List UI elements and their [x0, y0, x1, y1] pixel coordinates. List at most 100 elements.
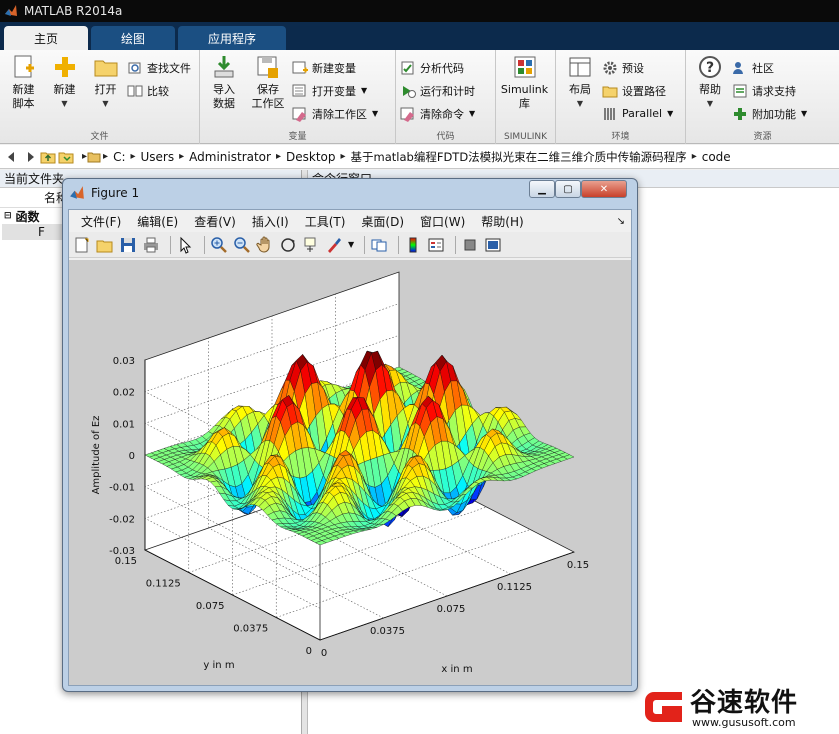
import-data-icon [214, 56, 234, 78]
figure-menubar: 文件(F) 编辑(E) 查看(V) 插入(I) 工具(T) 桌面(D) 窗口(W… [69, 210, 631, 232]
svg-text:?: ? [706, 60, 714, 76]
tab-plots[interactable]: 绘图 [91, 26, 176, 50]
minimize-icon: ▁ [538, 183, 546, 195]
menu-window[interactable]: 窗口(W) [420, 213, 465, 230]
tab-apps[interactable]: 应用程序 [178, 26, 287, 50]
menu-file[interactable]: 文件(F) [81, 213, 121, 230]
menu-view[interactable]: 查看(V) [194, 213, 236, 230]
open-variable-button[interactable]: 打开变量 ▼ [292, 79, 378, 102]
menu-edit[interactable]: 编辑(E) [137, 213, 178, 230]
new-figure-icon[interactable] [73, 236, 91, 254]
breadcrumb-c-drive[interactable]: C: [113, 150, 125, 164]
variable-group-label: 变量 [288, 132, 307, 142]
chevron-down-icon: ▼ [801, 109, 808, 118]
back-arrow-icon[interactable] [4, 149, 20, 165]
resources-group-label: 资源 [753, 132, 772, 142]
addons-button[interactable]: 附加功能 ▼ [732, 102, 807, 125]
legend-icon[interactable] [427, 236, 445, 254]
menu-insert[interactable]: 插入(I) [252, 213, 289, 230]
ribbon-toolstrip: 新建 脚本 新建 ▼ 打开 ▼ 查找文件 比较 文件 导入 数据 保存 工作区 … [0, 50, 839, 144]
simulink-library-button[interactable]: Simulink 库 [500, 54, 549, 144]
find-files-icon [128, 62, 141, 73]
figure-client-area: 文件(F) 编辑(E) 查看(V) 插入(I) 工具(T) 桌面(D) 窗口(W… [68, 209, 632, 686]
run-and-time-button[interactable]: 运行和计时 [400, 79, 475, 102]
dock-icon[interactable]: ↘ [617, 216, 625, 227]
new-variable-button[interactable]: 新建变量 [292, 56, 378, 79]
print-icon[interactable] [142, 236, 160, 254]
forward-arrow-icon[interactable] [22, 149, 38, 165]
set-path-button[interactable]: 设置路径 [602, 79, 673, 102]
y-tick-label: 0 [306, 646, 312, 657]
hide-plot-tools-icon[interactable] [461, 236, 479, 254]
matlab-logo-icon [5, 5, 17, 16]
pointer-icon[interactable] [176, 236, 194, 254]
z-tick-label: 0 [129, 451, 135, 462]
parallel-icon [604, 107, 615, 120]
toolbar-separator [398, 235, 400, 254]
z-tick-label: 0.03 [113, 356, 135, 367]
compare-button[interactable]: 比较 [127, 79, 191, 102]
zoom-out-icon[interactable] [233, 236, 251, 254]
surface-plot[interactable]: -0.03-0.02-0.0100.010.020.0300.03750.075… [69, 260, 631, 685]
parallel-button[interactable]: Parallel ▼ [602, 102, 673, 125]
gear-icon [603, 61, 617, 74]
chevron-down-icon: ▼ [667, 109, 674, 118]
request-support-button[interactable]: 请求支持 [732, 79, 807, 102]
clear-commands-button[interactable]: 清除命令 ▼ [400, 102, 475, 125]
z-tick-label: -0.02 [109, 514, 135, 525]
close-button[interactable]: ✕ [581, 180, 627, 198]
figure-canvas[interactable]: -0.03 -0.02 -0.01 0 0.01 0.02 0.03 0 0.0375 0.075… [69, 260, 631, 685]
watermark-url: www.gususoft.com [692, 716, 796, 729]
minimize-button[interactable]: ▁ [529, 180, 555, 198]
run-and-time-icon [403, 85, 416, 98]
menu-help[interactable]: 帮助(H) [481, 213, 523, 230]
link-plot-icon[interactable] [370, 236, 388, 254]
data-cursor-icon[interactable] [302, 236, 320, 254]
z-tick-label: 0.02 [113, 388, 135, 399]
y-tick-label: 0.0375 [233, 624, 268, 635]
ribbon-tabs: 主页 绘图 应用程序 [0, 22, 839, 50]
z-axis-label: Amplitude of Ez [91, 416, 102, 495]
pan-hand-icon[interactable] [256, 236, 274, 254]
preferences-button[interactable]: 预设 [602, 56, 673, 79]
breadcrumb-code[interactable]: code [702, 150, 731, 164]
toolbar-separator [364, 235, 366, 254]
zoom-in-icon[interactable] [210, 236, 228, 254]
environment-group-label: 环境 [611, 132, 630, 142]
find-files-button[interactable]: 查找文件 [127, 56, 191, 79]
new-variable-icon [292, 61, 308, 73]
brush-icon[interactable] [325, 236, 343, 254]
breadcrumb-desktop[interactable]: Desktop [286, 150, 336, 164]
colorbar-icon[interactable] [404, 236, 422, 254]
code-group: 分析代码 运行和计时 清除命令 ▼ 代码 [396, 50, 496, 144]
environment-group: 布局 ▼ 预设 设置路径 Parallel ▼ 环境 [556, 50, 686, 144]
collapse-icon[interactable]: ⊟ [4, 211, 12, 221]
maximize-button[interactable]: ▢ [555, 180, 581, 198]
clear-workspace-button[interactable]: 清除工作区 ▼ [292, 102, 378, 125]
open-file-icon[interactable] [96, 236, 114, 254]
browse-folder-icon[interactable] [58, 149, 74, 165]
save-icon[interactable] [119, 236, 137, 254]
analyze-code-button[interactable]: 分析代码 [400, 56, 475, 79]
chevron-down-icon[interactable]: ▼ [348, 240, 354, 249]
clear-workspace-icon [292, 107, 306, 122]
menu-desktop[interactable]: 桌面(D) [361, 213, 404, 230]
close-icon: ✕ [599, 183, 609, 195]
show-plot-tools-icon[interactable] [484, 236, 502, 254]
breadcrumb-administrator[interactable]: Administrator [189, 150, 271, 164]
request-support-icon [733, 84, 747, 97]
figure-toolbar: ▼ [69, 232, 631, 258]
community-button[interactable]: 社区 [732, 56, 807, 79]
y-tick-label: 0.075 [196, 601, 225, 612]
rotate-3d-icon[interactable] [279, 236, 297, 254]
up-folder-icon[interactable] [40, 149, 56, 165]
breadcrumb-users[interactable]: Users [141, 150, 175, 164]
toolbar-separator [170, 235, 171, 254]
z-tick-label: -0.01 [109, 483, 135, 494]
app-title: MATLAB R2014a [24, 4, 123, 18]
chevron-down-icon: ▼ [102, 99, 109, 108]
menu-tools[interactable]: 工具(T) [305, 213, 346, 230]
toolbar-separator [455, 235, 457, 254]
tab-home[interactable]: 主页 [4, 26, 89, 50]
breadcrumb-project-folder[interactable]: 基于matlab编程FDTD法模拟光束在二维三维介质中传输源码程序 [351, 149, 687, 165]
